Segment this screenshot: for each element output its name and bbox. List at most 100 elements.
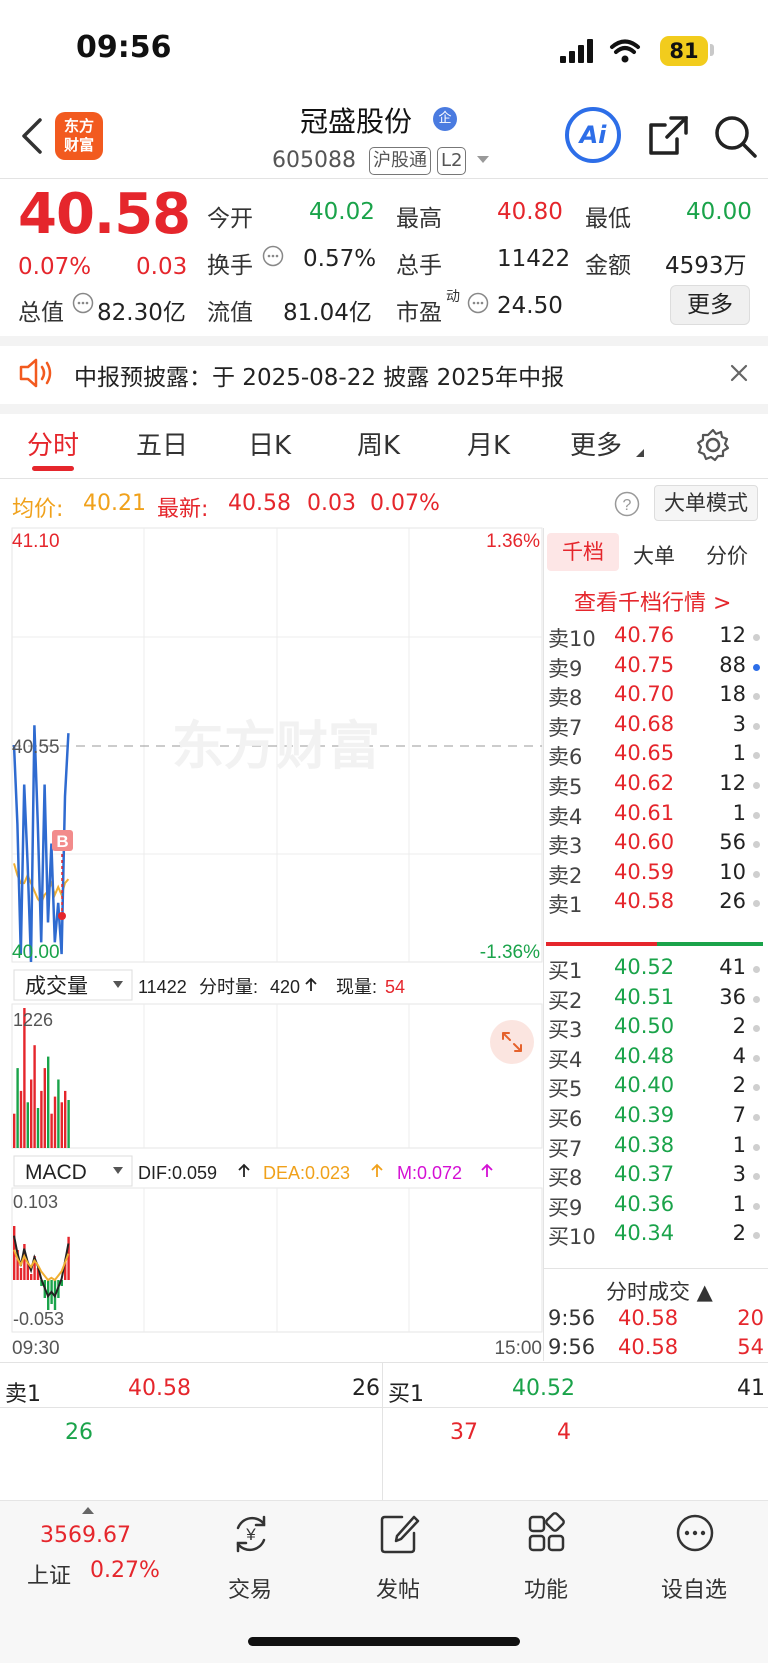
level2-tag: L2: [437, 147, 467, 175]
volume-minute-value: 420: [270, 977, 300, 997]
ask-row[interactable]: 卖9 40.75 88: [548, 653, 764, 683]
section-gap: [0, 404, 768, 414]
change-amount: 0.03: [136, 254, 188, 280]
bid-price: 40.52: [614, 955, 675, 979]
intraday-chart[interactable]: 东方财富 B 41.10 40.55 40.00 1.36% -1.36% 成交…: [0, 520, 544, 1360]
nav-functions-label: 功能: [523, 1578, 568, 1603]
ask-row[interactable]: 卖2 40.59 10: [548, 860, 764, 890]
dropdown-caret-icon[interactable]: [476, 155, 490, 165]
bidask-mid-divider: [0, 1407, 768, 1408]
ask-level-label: 卖8: [548, 686, 583, 711]
tab-intraday[interactable]: 分时: [27, 425, 79, 462]
tab-daily-k[interactable]: 日K: [248, 425, 291, 462]
avg-value: 40.21: [83, 491, 146, 516]
ask-row[interactable]: 卖10 40.76 12: [548, 623, 764, 653]
notice-text[interactable]: 中报预披露：于 2025-08-22 披露 2025年中报: [74, 358, 564, 392]
back-arrow-icon[interactable]: [18, 116, 46, 156]
header-divider: [0, 178, 768, 179]
info-dots-icon[interactable]: [467, 292, 489, 314]
bid-row[interactable]: 买6 40.39 7: [548, 1103, 764, 1133]
svg-text:¥: ¥: [245, 1525, 256, 1544]
high-label: 最高: [396, 206, 442, 232]
ask-dot-icon: [753, 900, 760, 908]
volume-panel-grid: [11, 1003, 543, 1149]
bid-row[interactable]: 买10 40.34 2: [548, 1221, 764, 1251]
index-name[interactable]: 上证: [27, 1558, 71, 1590]
corp-badge: 企: [433, 107, 457, 131]
status-time: 09:56: [76, 30, 172, 65]
index-value[interactable]: 3569.67: [40, 1523, 131, 1548]
battery-tip: [710, 44, 714, 56]
ask-volume: 10: [719, 859, 746, 884]
buy1-volume: 41: [737, 1376, 765, 1401]
tick-time: 9:56: [548, 1306, 596, 1330]
share-icon[interactable]: [647, 115, 689, 157]
ask-dot-icon: [753, 722, 760, 730]
bid-volume: 36: [719, 984, 746, 1009]
index-percent[interactable]: 0.27%: [90, 1558, 160, 1583]
tab-big-order[interactable]: 大单: [633, 540, 675, 570]
ticks-title[interactable]: 分时成交 ▲: [606, 1276, 713, 1306]
trade-icon: ¥: [236, 1515, 266, 1553]
low-value: 40.00: [686, 199, 752, 225]
pct-axis-top-label: 1.36%: [486, 531, 540, 552]
bid-row[interactable]: 买1 40.52 41: [548, 955, 764, 985]
tab-five-day[interactable]: 五日: [136, 425, 188, 462]
close-icon[interactable]: [730, 364, 748, 382]
bid-row[interactable]: 买4 40.48 4: [548, 1044, 764, 1074]
search-icon[interactable]: [713, 114, 759, 160]
ask-row[interactable]: 卖3 40.60 56: [548, 830, 764, 860]
view-orderbook-link[interactable]: 查看千档行情 >: [574, 585, 731, 617]
bid-row[interactable]: 买3 40.50 2: [548, 1014, 764, 1044]
ask-row[interactable]: 卖8 40.70 18: [548, 682, 764, 712]
bid-row[interactable]: 买5 40.40 2: [548, 1073, 764, 1103]
tab-more[interactable]: 更多: [570, 425, 622, 462]
ask-row[interactable]: 卖6 40.65 1: [548, 741, 764, 771]
ticks-divider: [543, 1268, 768, 1269]
info-dots-icon[interactable]: [262, 245, 284, 267]
settings-gear-icon[interactable]: [695, 427, 731, 463]
tab-monthly-k[interactable]: 月K: [467, 425, 510, 462]
bid-price: 40.48: [614, 1043, 675, 1068]
ai-button[interactable]: Ai: [565, 107, 621, 163]
amount-value: 4593万: [665, 253, 747, 279]
bid-row[interactable]: 买2 40.51 36: [548, 985, 764, 1015]
ask-row[interactable]: 卖7 40.68 3: [548, 712, 764, 742]
ask-dot-icon: [753, 841, 760, 849]
ask-level-label: 卖3: [548, 834, 583, 859]
home-indicator: [248, 1637, 520, 1646]
big-order-mode-button[interactable]: 大单模式: [654, 485, 758, 521]
tab-price-distribution[interactable]: 分价: [706, 540, 748, 570]
tab-weekly-k[interactable]: 周K: [357, 425, 400, 462]
volume-bar: [13, 1113, 16, 1148]
info-dots-icon[interactable]: [72, 292, 94, 314]
bid-ratio-bar: [657, 942, 763, 946]
dif-line: [13, 1235, 70, 1299]
ask-volume: 12: [719, 623, 746, 647]
bid-row[interactable]: 买9 40.36 1: [548, 1192, 764, 1222]
ask-dot-icon: [753, 870, 760, 878]
expand-button[interactable]: [490, 1020, 534, 1064]
ask-row[interactable]: 卖4 40.61 1: [548, 801, 764, 831]
amount-label: 金额: [585, 253, 631, 279]
volume-minute-label: 分时量:: [199, 977, 258, 997]
volume-bar: [19, 1090, 23, 1148]
bid-row[interactable]: 买8 40.37 3: [548, 1162, 764, 1192]
sell1-detail: 26: [65, 1420, 93, 1445]
battery-indicator: 81: [660, 36, 708, 66]
volume-label: 总手: [396, 253, 442, 279]
buy1-detail-2: 4: [557, 1420, 571, 1445]
macd-histogram: [13, 1226, 70, 1310]
help-icon[interactable]: ?: [614, 491, 640, 517]
up-arrow-icon: [371, 1163, 383, 1177]
tick-price: 40.58: [618, 1335, 679, 1359]
tick-row: 9:56 40.58 54: [548, 1335, 764, 1363]
bid-row[interactable]: 买7 40.38 1: [548, 1133, 764, 1163]
tab-qiandang[interactable]: 千档: [547, 533, 619, 571]
ask-row[interactable]: 卖1 40.58 26: [548, 889, 764, 919]
more-button[interactable]: 更多: [670, 285, 750, 325]
y-axis-top-label: 41.10: [12, 531, 60, 552]
signal-wifi-icons: [560, 39, 640, 63]
ask-row[interactable]: 卖5 40.62 12: [548, 771, 764, 801]
open-label: 今开: [207, 206, 253, 232]
